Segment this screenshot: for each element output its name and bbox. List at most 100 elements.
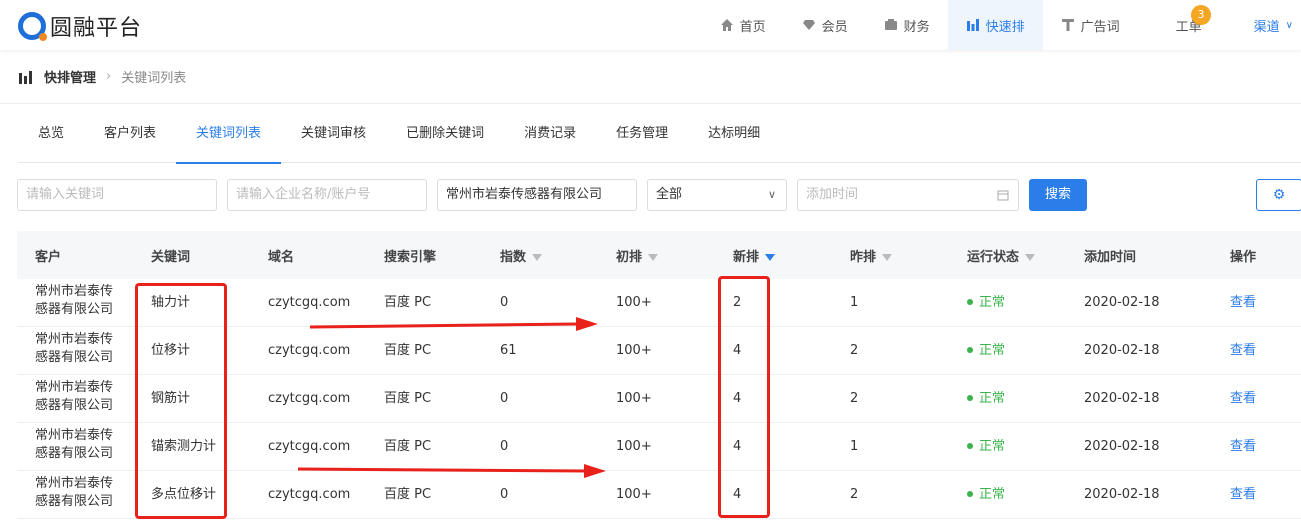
col-status[interactable]: 运行状态: [967, 246, 1036, 265]
col-initial[interactable]: 初排: [616, 246, 659, 265]
company-input[interactable]: 请输入企业名称/账户号: [227, 179, 427, 211]
search-button[interactable]: 搜索: [1029, 179, 1087, 211]
tab-keyword-review[interactable]: 关键词审核: [281, 105, 386, 163]
cell-domain: czytcgq.com: [268, 294, 351, 310]
cell-date: 2020-02-18: [1084, 438, 1160, 454]
cell-initial-rank: 100+: [616, 438, 652, 454]
tab-keywords[interactable]: 关键词列表: [176, 105, 282, 164]
filter-icon[interactable]: [1025, 253, 1036, 261]
status-dot-icon: [967, 443, 973, 449]
view-link[interactable]: 查看: [1230, 390, 1256, 408]
cell-index: 0: [500, 294, 509, 310]
tab-customers[interactable]: 客户列表: [84, 105, 176, 163]
status-label: 正常: [979, 342, 1006, 358]
status-dot-icon: [967, 491, 973, 497]
cell-engine: 百度 PC: [384, 390, 432, 406]
diamond-icon: [802, 20, 815, 30]
status-select[interactable]: 全部 ∨: [647, 179, 787, 211]
cell-status: 正常: [967, 390, 1005, 408]
filter-icon[interactable]: [765, 253, 776, 261]
cell-status: 正常: [967, 438, 1005, 456]
nav-finance-label: 财务: [903, 19, 930, 35]
breadcrumb-current: 关键词列表: [121, 71, 187, 86]
cell-domain: czytcgq.com: [268, 438, 351, 454]
nav-channel-label: 渠道: [1253, 19, 1280, 35]
breadcrumb-section[interactable]: 快排管理: [44, 67, 96, 86]
tab-compliance[interactable]: 达标明细: [688, 105, 780, 163]
filter-icon[interactable]: [648, 253, 659, 261]
col-new-label: 新排: [733, 249, 760, 265]
cell-initial-rank: 100+: [616, 486, 652, 502]
logo-icon: [18, 12, 47, 41]
filter-icon[interactable]: [882, 253, 893, 261]
nav-quick-rank[interactable]: 快速排: [947, 0, 1043, 50]
cell-date: 2020-02-18: [1084, 486, 1160, 502]
cell-engine: 百度 PC: [384, 294, 432, 310]
chevron-down-icon: ∨: [767, 188, 776, 201]
cell-initial-rank: 100+: [616, 390, 652, 406]
ticket-badge: 3: [1191, 5, 1211, 25]
status-label: 正常: [979, 438, 1006, 454]
cell-engine: 百度 PC: [384, 486, 432, 502]
cell-index: 0: [500, 390, 509, 406]
nav-ad-words[interactable]: 广告词: [1043, 0, 1138, 50]
view-link[interactable]: 查看: [1230, 294, 1256, 312]
cell-engine: 百度 PC: [384, 342, 432, 358]
col-yesterday[interactable]: 昨排: [850, 246, 893, 265]
nav-home[interactable]: 首页: [702, 0, 784, 50]
view-link[interactable]: 查看: [1230, 342, 1256, 360]
annotation-arrow: [297, 464, 606, 478]
text-icon: [1061, 19, 1074, 31]
cell-customer: 常州市岩泰传 感器有限公司: [35, 283, 113, 319]
customer-line: 感器有限公司: [35, 398, 114, 413]
breadcrumb: 快排管理 › 关键词列表: [0, 50, 1301, 104]
tab-overview[interactable]: 总览: [18, 105, 84, 163]
tab-deleted-keywords[interactable]: 已删除关键词: [386, 105, 504, 163]
status-label: 正常: [979, 390, 1006, 406]
settings-button[interactable]: ⚙: [1256, 179, 1301, 211]
keyword-input[interactable]: 请输入关键词: [17, 179, 217, 211]
customer-line: 常州市岩泰传: [35, 284, 114, 299]
date-input[interactable]: 添加时间: [797, 179, 1019, 211]
cell-status: 正常: [967, 486, 1005, 504]
filter-icon[interactable]: [532, 253, 543, 261]
customer-line: 感器有限公司: [35, 494, 114, 509]
tab-consumption[interactable]: 消费记录: [504, 105, 596, 163]
bar-chart-icon: [19, 70, 32, 84]
nav-ticket[interactable]: 工单: [1138, 0, 1246, 50]
tab-bar: 总览 客户列表 关键词列表 关键词审核 已删除关键词 消费记录 任务管理 达标明…: [18, 105, 1301, 164]
view-link[interactable]: 查看: [1230, 438, 1256, 456]
cell-customer: 常州市岩泰传 感器有限公司: [35, 475, 113, 511]
nav-finance[interactable]: 财务: [866, 0, 948, 50]
cell-status: 正常: [967, 294, 1005, 312]
view-link[interactable]: 查看: [1230, 486, 1256, 504]
nav-member-label: 会员: [821, 19, 848, 35]
status-label: 正常: [979, 486, 1006, 502]
cell-status: 正常: [967, 342, 1005, 360]
cell-index: 61: [500, 342, 517, 358]
col-new[interactable]: 新排: [733, 246, 776, 265]
col-domain: 域名: [268, 249, 295, 265]
nav-channel[interactable]: 渠道 ∨: [1246, 0, 1301, 50]
wallet-icon: [884, 19, 897, 30]
cell-yesterday-rank: 2: [850, 486, 859, 502]
customer-line: 常州市岩泰传: [35, 476, 114, 491]
bar-chart-icon: [966, 19, 979, 31]
logo[interactable]: 圆融平台: [18, 10, 142, 42]
nav-member[interactable]: 会员: [784, 0, 866, 50]
col-yesterday-label: 昨排: [850, 249, 877, 265]
cell-index: 0: [500, 438, 509, 454]
cell-engine: 百度 PC: [384, 438, 432, 454]
cell-yesterday-rank: 1: [850, 294, 859, 310]
annotation-arrow: [309, 317, 598, 331]
annotation-keyword-box: [135, 283, 227, 519]
company-value-input[interactable]: 常州市岩泰传感器有限公司: [437, 179, 637, 211]
filter-bar: 请输入关键词 请输入企业名称/账户号 常州市岩泰传感器有限公司 全部 ∨ 添加时…: [17, 179, 1301, 212]
cell-initial-rank: 100+: [616, 342, 652, 358]
cell-yesterday-rank: 1: [850, 438, 859, 454]
tab-tasks[interactable]: 任务管理: [596, 105, 688, 163]
col-index[interactable]: 指数: [500, 246, 543, 265]
cell-date: 2020-02-18: [1084, 390, 1160, 406]
cell-yesterday-rank: 2: [850, 342, 859, 358]
customer-line: 感器有限公司: [35, 302, 114, 317]
